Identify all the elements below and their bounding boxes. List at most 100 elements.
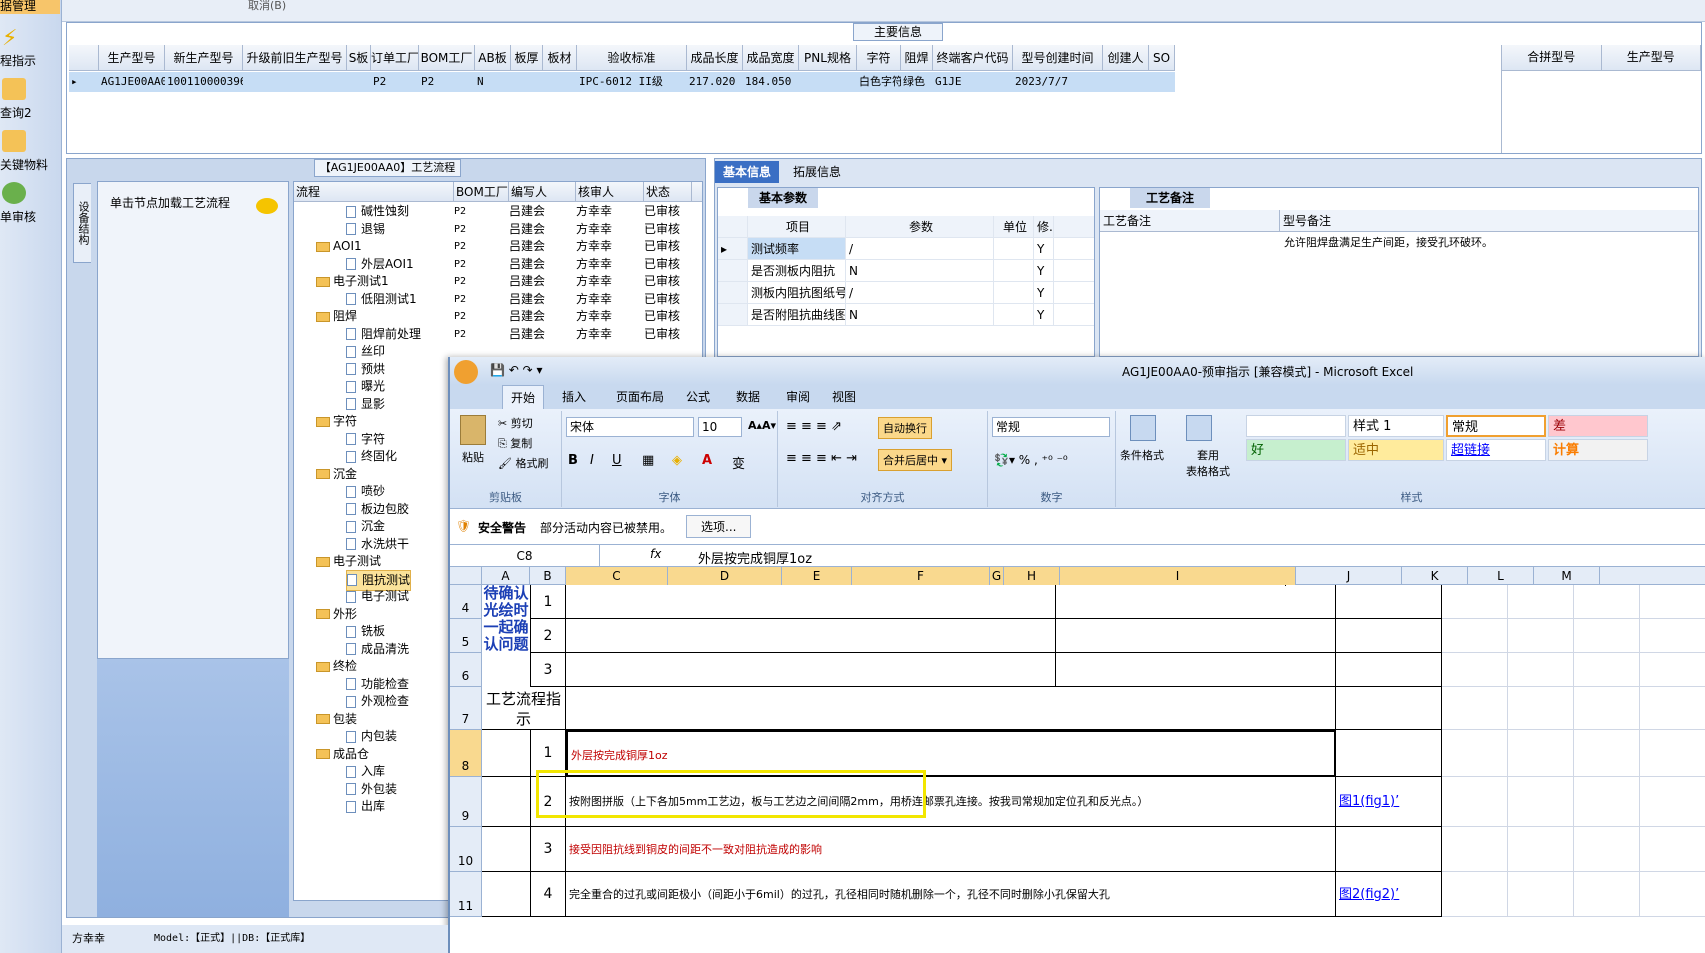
table-cell[interactable] <box>994 304 1034 325</box>
table-cell[interactable]: AG1JE00AA0 <box>99 72 165 92</box>
tree-node[interactable]: 碱性蚀刻 P2 吕建会 方幸幸 已审核 <box>294 202 702 221</box>
row-header[interactable]: 8 <box>450 730 482 777</box>
tree-node[interactable]: 阻焊 P2 吕建会 方幸幸 已审核 <box>294 307 702 326</box>
underline-button[interactable]: U <box>612 453 622 468</box>
table-cell[interactable]: Y <box>1034 238 1054 259</box>
name-box[interactable]: C8 <box>450 545 600 567</box>
sheet-cell[interactable] <box>1336 653 1442 687</box>
cancel-label[interactable]: 取消(B) <box>248 0 286 13</box>
sheet-cell[interactable] <box>1574 585 1640 619</box>
fill-color-icon[interactable]: ◈ <box>672 453 682 468</box>
ribbon-tab[interactable]: 插入 <box>562 385 586 409</box>
column-header[interactable]: BOM工厂 <box>419 45 475 70</box>
options-button[interactable]: 选项... <box>686 515 752 538</box>
sheet-cell[interactable] <box>1640 777 1705 827</box>
row-header[interactable]: 11 <box>450 872 482 917</box>
row-header[interactable]: 10 <box>450 827 482 872</box>
table-cell[interactable] <box>543 72 577 92</box>
tree-column-header[interactable]: 核审人 <box>576 182 644 201</box>
link-cell[interactable]: 图1(fig1)’ <box>1336 777 1442 827</box>
sheet-cell[interactable] <box>1442 653 1508 687</box>
item-number-cell[interactable]: 1 <box>530 585 566 619</box>
sheet-cell[interactable] <box>1508 585 1574 619</box>
sheet-cell[interactable] <box>1574 730 1640 777</box>
table-cell[interactable]: 白色字符 <box>857 72 901 92</box>
table-cell[interactable]: 217.020 <box>687 72 743 92</box>
column-header[interactable]: 订单工厂 <box>371 45 419 70</box>
sheet-cell[interactable] <box>1508 619 1574 653</box>
style-hyperlink[interactable]: 超链接 <box>1446 439 1546 461</box>
table-cell[interactable]: 测板内阻抗图纸号 <box>748 282 846 303</box>
column-header[interactable]: 阻焊 <box>901 45 933 70</box>
param-header[interactable]: 项目 <box>748 216 846 237</box>
item-number-cell[interactable]: 3 <box>530 827 566 872</box>
sheet-cell[interactable] <box>1056 619 1336 653</box>
sheet-cell[interactable] <box>1442 619 1508 653</box>
align-top-icon[interactable]: ≡ ≡ ≡ ⇗ <box>786 419 842 434</box>
table-cell[interactable] <box>243 72 347 92</box>
table-row[interactable]: 是否附阻抗曲线图 N Y <box>718 304 1094 326</box>
paste-icon[interactable] <box>460 415 486 445</box>
table-cell[interactable]: 184.050 <box>743 72 799 92</box>
sheet-cell[interactable] <box>1442 687 1508 730</box>
column-header[interactable]: PNL规格 <box>799 45 857 70</box>
table-cell[interactable]: 测试频率 <box>748 238 846 259</box>
sheet-cell[interactable] <box>482 872 530 917</box>
tab-basic-info[interactable]: 基本信息 <box>715 161 780 183</box>
table-cell[interactable] <box>994 282 1034 303</box>
ribbon-tab[interactable]: 开始 <box>502 385 545 410</box>
row-header[interactable]: 6 <box>450 653 482 687</box>
wrap-text-button[interactable]: 自动换行 <box>878 417 932 439</box>
row-header[interactable]: 5 <box>450 619 482 653</box>
sheet-cell[interactable] <box>1640 653 1705 687</box>
row-header[interactable]: 7 <box>450 687 482 730</box>
sheet-cell[interactable] <box>1640 619 1705 653</box>
table-cell[interactable]: / <box>846 282 994 303</box>
sheet-cell[interactable] <box>1574 653 1640 687</box>
table-row[interactable]: ▸ 测试频率 / Y <box>718 238 1094 260</box>
style-1[interactable]: 样式 1 <box>1348 415 1444 437</box>
ribbon-tab[interactable]: 视图 <box>832 385 856 409</box>
style-good[interactable]: 好 <box>1246 439 1346 461</box>
sheet-cell[interactable] <box>1442 585 1508 619</box>
table-cell[interactable]: IPC-6012 II级 <box>577 72 687 92</box>
sheet-cell[interactable] <box>1508 687 1574 730</box>
sheet-cell[interactable] <box>1574 619 1640 653</box>
table-cell[interactable]: / <box>846 238 994 259</box>
tree-column-header[interactable]: 状态 <box>644 182 692 201</box>
office-button-icon[interactable] <box>454 360 478 384</box>
column-header[interactable]: D <box>668 567 782 585</box>
column-header[interactable]: SO <box>1149 45 1175 70</box>
vertical-tab-structure[interactable]: 设备结构 <box>73 183 91 263</box>
table-cell[interactable]: 2023/7/7 <box>1013 72 1103 92</box>
style-bad[interactable]: 差 <box>1548 415 1648 437</box>
item-number-cell[interactable]: 2 <box>530 619 566 653</box>
table-cell[interactable] <box>994 260 1034 281</box>
column-header[interactable]: J <box>1296 567 1402 585</box>
sheet-cell[interactable] <box>1442 777 1508 827</box>
tree-column-header[interactable]: BOM工厂 <box>454 182 509 201</box>
table-cell[interactable] <box>1149 72 1175 92</box>
phonetic-icon[interactable]: 变 <box>732 453 745 472</box>
italic-button[interactable]: I <box>590 453 594 468</box>
link-cell[interactable] <box>1336 730 1442 777</box>
link-cell[interactable]: 图2(fig2)’ <box>1336 872 1442 917</box>
format-painter-button[interactable]: 🖌 格式刷 <box>498 455 548 471</box>
ribbon-tab[interactable]: 数据 <box>736 385 760 409</box>
tree-node[interactable]: 低阻测试1 P2 吕建会 方幸幸 已审核 <box>294 290 702 309</box>
tree-node[interactable]: 退锡 P2 吕建会 方幸幸 已审核 <box>294 220 702 239</box>
ribbon-tab[interactable]: 审阅 <box>786 385 810 409</box>
table-cell[interactable] <box>1103 72 1149 92</box>
table-cell[interactable] <box>511 72 543 92</box>
nav-item-data-management[interactable]: 据管理 <box>0 0 60 14</box>
column-header[interactable]: I <box>1060 567 1296 585</box>
sheet-cell[interactable] <box>1574 687 1640 730</box>
conditional-format-button[interactable]: 条件格式 <box>1120 447 1164 463</box>
nav-item-key-material[interactable]: 关键物料 <box>0 156 60 173</box>
quick-access-icon[interactable]: 💾 ↶ ↷ ▾ <box>490 363 543 377</box>
font-color-icon[interactable]: A <box>702 453 712 468</box>
style-neutral[interactable]: 适中 <box>1348 439 1444 461</box>
sheet-cell[interactable] <box>482 827 530 872</box>
param-header[interactable]: 修... <box>1034 216 1054 237</box>
tree-column-header[interactable]: 编写人 <box>509 182 576 201</box>
